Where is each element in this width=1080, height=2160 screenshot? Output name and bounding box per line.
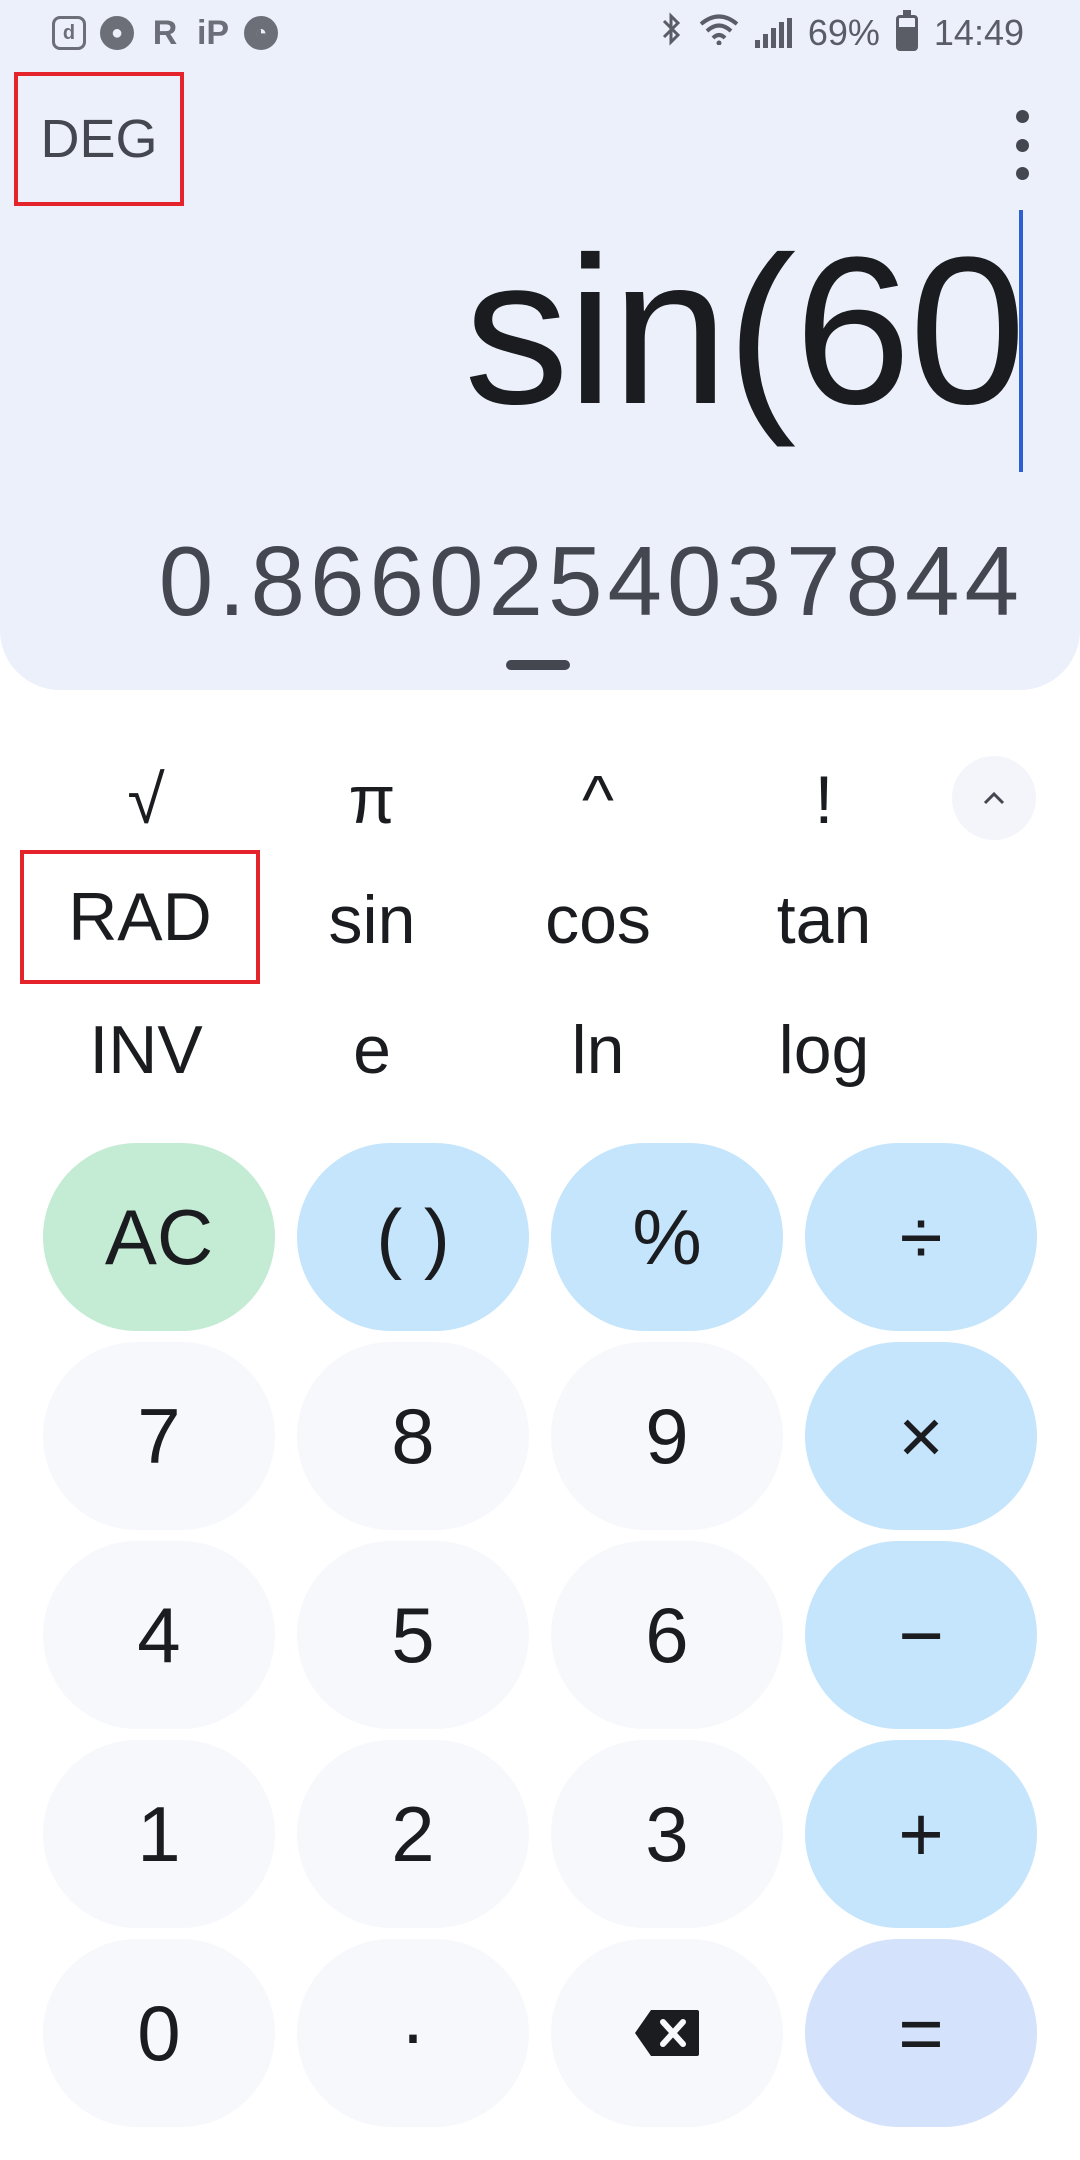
digit-3-button[interactable]: 3 bbox=[551, 1740, 783, 1928]
digit-7-button[interactable]: 7 bbox=[43, 1342, 275, 1530]
ln-button[interactable]: ln bbox=[498, 990, 698, 1110]
power-button[interactable]: ^ bbox=[498, 740, 698, 860]
digit-0-button[interactable]: 0 bbox=[43, 1939, 275, 2127]
system-status: 69% 14:49 bbox=[661, 10, 1024, 55]
backspace-icon bbox=[633, 2008, 701, 2058]
all-clear-button[interactable]: AC bbox=[43, 1143, 275, 1331]
digit-9-button[interactable]: 9 bbox=[551, 1342, 783, 1530]
notification-icons: d ● R iP ◔ bbox=[52, 13, 278, 52]
chevron-up-icon[interactable] bbox=[952, 756, 1036, 840]
pi-button[interactable]: π bbox=[272, 740, 472, 860]
factorial-button[interactable]: ! bbox=[724, 740, 924, 860]
divide-button[interactable]: ÷ bbox=[805, 1143, 1037, 1331]
display-panel: DEG sin(60 0.8660254037844 bbox=[0, 66, 1080, 690]
ip-app-icon: iP bbox=[196, 13, 230, 52]
euler-button[interactable]: e bbox=[272, 990, 472, 1110]
log-button[interactable]: log bbox=[724, 990, 924, 1110]
parentheses-button[interactable]: ( ) bbox=[297, 1143, 529, 1331]
more-options-icon[interactable] bbox=[1005, 110, 1039, 180]
battery-icon bbox=[895, 10, 918, 51]
cos-button[interactable]: cos bbox=[498, 860, 698, 980]
equals-button[interactable]: = bbox=[805, 1939, 1037, 2127]
digit-6-button[interactable]: 6 bbox=[551, 1541, 783, 1729]
d-app-icon: d bbox=[52, 16, 86, 50]
percent-button[interactable]: % bbox=[551, 1143, 783, 1331]
drag-handle[interactable] bbox=[506, 660, 570, 670]
digit-5-button[interactable]: 5 bbox=[297, 1541, 529, 1729]
rakuten-icon: R bbox=[152, 13, 178, 52]
account-icon: ◔ bbox=[244, 16, 278, 50]
digit-1-button[interactable]: 1 bbox=[43, 1740, 275, 1928]
text-cursor bbox=[1019, 210, 1023, 472]
subtract-button[interactable]: − bbox=[805, 1541, 1037, 1729]
digit-2-button[interactable]: 2 bbox=[297, 1740, 529, 1928]
signal-icon bbox=[754, 18, 792, 48]
expression-field[interactable]: sin(60 bbox=[464, 216, 1026, 446]
tan-button[interactable]: tan bbox=[724, 860, 924, 980]
inverse-button[interactable]: INV bbox=[46, 990, 246, 1110]
wifi-icon bbox=[699, 12, 739, 54]
battery-percent: 69% bbox=[807, 12, 880, 53]
decimal-point-button[interactable]: · bbox=[297, 1939, 529, 2127]
rad-toggle-button[interactable]: RAD bbox=[20, 850, 260, 984]
add-button[interactable]: + bbox=[805, 1740, 1037, 1928]
status-bar: d ● R iP ◔ 69% 14:49 bbox=[0, 0, 1080, 66]
backspace-button[interactable] bbox=[551, 1939, 783, 2127]
digit-8-button[interactable]: 8 bbox=[297, 1342, 529, 1530]
multiply-button[interactable]: × bbox=[805, 1342, 1037, 1530]
clock: 14:49 bbox=[933, 12, 1024, 53]
sqrt-button[interactable]: √ bbox=[46, 740, 246, 860]
sin-button[interactable]: sin bbox=[272, 860, 472, 980]
app-badge-icon: ● bbox=[100, 16, 134, 50]
bluetooth-icon bbox=[661, 11, 683, 55]
digit-4-button[interactable]: 4 bbox=[43, 1541, 275, 1729]
angle-mode-indicator: DEG bbox=[14, 72, 184, 206]
result-preview: 0.8660254037844 bbox=[158, 526, 1024, 636]
